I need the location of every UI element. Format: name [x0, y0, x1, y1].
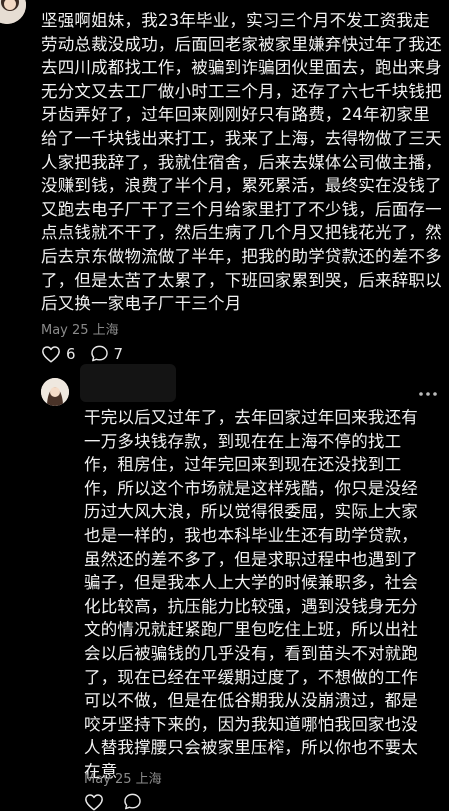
- reply-author-avatar[interactable]: [41, 378, 69, 406]
- post-meta: May 25 上海: [41, 323, 119, 338]
- like-count: 6: [66, 344, 76, 363]
- comment-button[interactable]: 7: [90, 344, 124, 363]
- comment-count: 7: [113, 344, 124, 363]
- post-body-text: 坚强啊姐妹，我23年毕业，实习三个月不发工资我走劳动总裁没成功，后面回老家被家里…: [41, 11, 442, 314]
- more-options-button[interactable]: [418, 385, 438, 397]
- avatar-image: [0, 0, 26, 24]
- reply-comment-button[interactable]: [123, 792, 147, 811]
- comment-bubble-icon: [124, 793, 141, 810]
- more-horizontal-icon: [419, 392, 437, 396]
- reply-actions: [84, 792, 161, 811]
- comment-bubble-icon: [90, 345, 108, 362]
- like-button[interactable]: 6: [41, 345, 76, 363]
- reply-like-button[interactable]: [84, 793, 109, 811]
- post-author-avatar[interactable]: [0, 0, 26, 24]
- redacted-username: [80, 364, 176, 402]
- heart-icon: [42, 345, 60, 363]
- post-actions: 6 7: [41, 344, 137, 363]
- heart-icon: [85, 793, 103, 811]
- avatar-image: [41, 378, 69, 406]
- reply-meta: May 25 上海: [84, 772, 162, 787]
- reply-body-text: 干完以后又过年了，去年回家过年回来我还有一万多块钱存款，到现在在上海不停的找工作…: [84, 408, 418, 781]
